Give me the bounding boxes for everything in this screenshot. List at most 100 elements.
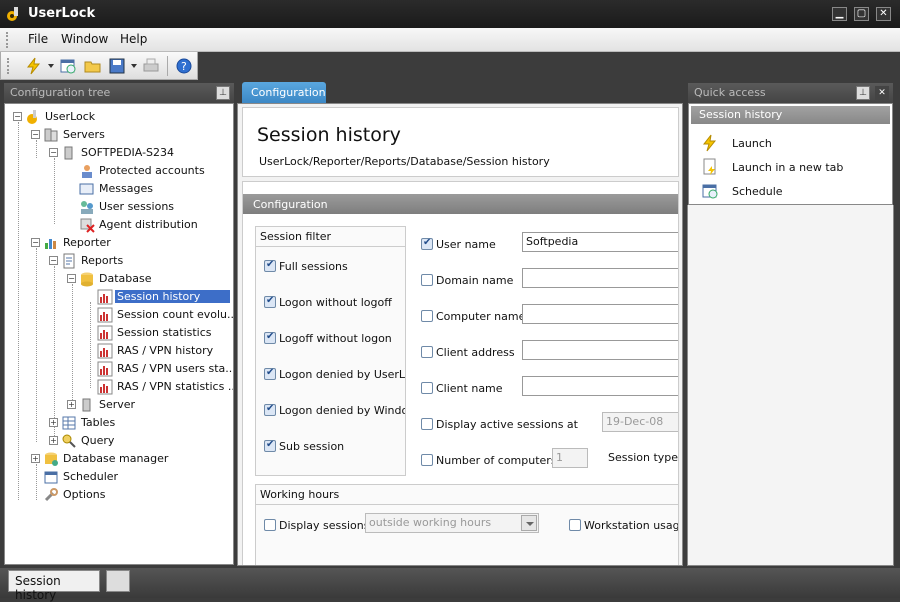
print-icon[interactable] [142, 57, 160, 75]
menu-window[interactable]: Window [61, 32, 108, 46]
active-sessions-date-input[interactable]: 19-Dec-08 [602, 412, 678, 432]
quick-access-section-title: Session history [699, 108, 783, 121]
options-wrench-icon [44, 488, 58, 502]
quick-access-panel: Session history Launch Launch in a new t… [688, 103, 893, 205]
working-hours-title: Working hours [260, 488, 340, 501]
maximize-button[interactable]: ▢ [854, 7, 869, 21]
quick-access-header: Quick access ⊥ ✕ [688, 83, 893, 103]
logon-denied-windows-checkbox[interactable] [264, 403, 276, 416]
document-tab-extra[interactable] [106, 570, 130, 592]
logon-denied-userlock-checkbox[interactable] [264, 367, 276, 380]
expander-userlock[interactable]: − [13, 112, 22, 121]
reporter-icon [45, 239, 56, 249]
client-name-input[interactable] [522, 376, 678, 396]
display-sessions-select-value: outside working hours [369, 516, 492, 529]
computer-name-checkbox[interactable] [421, 310, 433, 322]
servers-icon [44, 128, 58, 142]
expander-database-manager[interactable]: + [31, 454, 40, 463]
server-icon [82, 398, 91, 412]
tables-icon [62, 416, 76, 430]
configuration-section-bar[interactable]: Configuration [243, 194, 678, 214]
number-of-computers-label: Number of computers [436, 454, 557, 467]
number-of-computers-input[interactable]: 1 [552, 448, 588, 468]
title-bar: UserLock ▁ ▢ ✕ [0, 0, 900, 28]
computer-name-input[interactable] [522, 304, 678, 324]
working-hours-group: Working hours Display sessions outside w… [255, 484, 679, 565]
report-chart-icon [97, 379, 113, 395]
client-address-input[interactable] [522, 340, 678, 360]
sub-session-label: Sub session [279, 440, 345, 453]
expander-server[interactable]: + [67, 400, 76, 409]
user-sessions-icon [81, 201, 93, 214]
document-tab-session-history[interactable]: Session history [8, 570, 100, 602]
expander-reporter[interactable]: − [31, 238, 40, 247]
pin-icon[interactable]: ⊥ [216, 86, 230, 100]
logoff-without-logon-label: Logoff without logon [279, 332, 392, 345]
domain-name-label: Domain name [436, 274, 514, 287]
chevron-down-icon[interactable] [521, 515, 537, 531]
query-icon [62, 434, 76, 448]
menu-file[interactable]: File [28, 32, 48, 46]
user-name-checkbox[interactable] [421, 237, 433, 250]
active-sessions-checkbox[interactable] [421, 418, 433, 430]
menu-help[interactable]: Help [120, 32, 147, 46]
quick-access-section-header[interactable]: Session history [691, 106, 890, 124]
pin-icon[interactable]: ⊥ [856, 86, 870, 100]
workstation-usage-checkbox[interactable] [569, 519, 581, 531]
domain-name-input[interactable] [522, 268, 678, 288]
configuration-tree: − UserLock − Servers − SOFTPEDIA-S234 Pr… [4, 103, 234, 565]
tab-configuration[interactable]: Configuration [242, 82, 326, 104]
page-title: Session history [257, 124, 401, 146]
display-sessions-checkbox[interactable] [264, 519, 276, 531]
sub-session-checkbox[interactable] [264, 439, 276, 452]
launch-icon[interactable] [25, 57, 43, 75]
session-filter-title: Session filter [260, 230, 332, 243]
launch-icon [702, 134, 717, 152]
session-types-label: Session types [608, 451, 679, 464]
expander-database[interactable]: − [67, 274, 76, 283]
schedule-icon [702, 184, 718, 199]
menu-grip[interactable] [6, 32, 9, 48]
client-name-label: Client name [436, 382, 503, 395]
help-icon[interactable]: ? [175, 57, 193, 75]
save-dropdown-arrow[interactable] [131, 64, 137, 68]
expander-server-name[interactable]: − [49, 148, 58, 157]
number-of-computers-checkbox[interactable] [421, 454, 433, 466]
computer-name-label: Computer name [436, 310, 526, 323]
expander-tables[interactable]: + [49, 418, 58, 427]
report-chart-icon [97, 343, 113, 359]
expander-query[interactable]: + [49, 436, 58, 445]
expander-servers[interactable]: − [31, 130, 40, 139]
logon-without-logoff-checkbox[interactable] [264, 295, 276, 308]
display-sessions-select[interactable]: outside working hours [365, 513, 539, 533]
schedule-icon[interactable] [59, 57, 77, 75]
expander-reports[interactable]: − [49, 256, 58, 265]
toolbar: ? [0, 52, 198, 80]
launch-new-tab-icon [703, 158, 716, 175]
close-panel-icon[interactable]: ✕ [875, 86, 889, 100]
toolbar-grip[interactable] [7, 58, 10, 74]
full-sessions-checkbox[interactable] [264, 259, 276, 272]
userlock-logo-icon [7, 7, 18, 21]
save-icon[interactable] [108, 57, 126, 75]
client-address-checkbox[interactable] [421, 346, 433, 358]
agent-distribution-icon [80, 218, 95, 233]
client-name-checkbox[interactable] [421, 382, 433, 394]
session-filter-group: Session filter Full sessions Logon witho… [255, 226, 406, 476]
scheduler-icon [44, 471, 58, 484]
logon-denied-userlock-label: Logon denied by UserLoc [279, 368, 405, 381]
open-folder-icon[interactable] [84, 57, 102, 75]
user-name-input[interactable]: Softpedia [522, 232, 678, 252]
minimize-button[interactable]: ▁ [832, 7, 847, 21]
center-panel: Session history UserLock/Reporter/Report… [237, 103, 683, 566]
database-manager-icon [45, 452, 58, 466]
close-button[interactable]: ✕ [876, 7, 891, 21]
launch-dropdown-arrow[interactable] [48, 64, 54, 68]
workstation-usage-label: Workstation usage [584, 519, 679, 532]
client-address-label: Client address [436, 346, 515, 359]
logon-denied-windows-label: Logon denied by Window [279, 404, 405, 417]
logoff-without-logon-checkbox[interactable] [264, 331, 276, 344]
quick-access-empty-area [687, 205, 894, 566]
domain-name-checkbox[interactable] [421, 274, 433, 286]
status-bar: Session history [0, 568, 900, 602]
